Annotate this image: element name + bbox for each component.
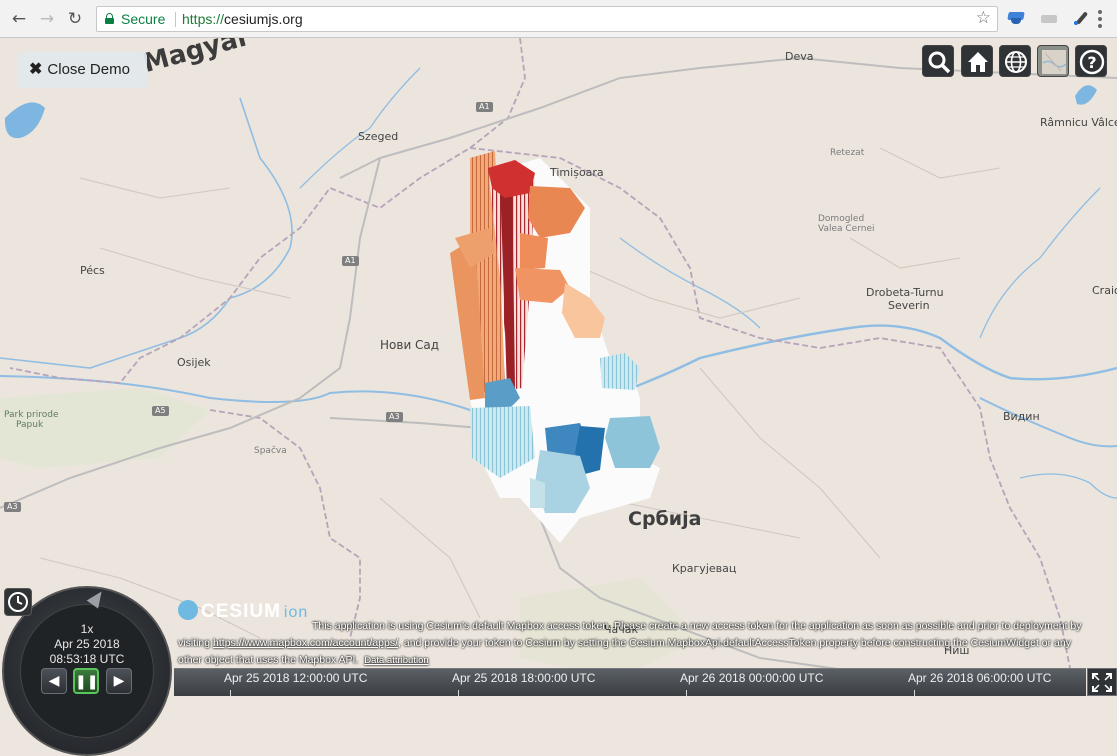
cesium-logo-icon <box>178 600 198 620</box>
base-layer-picker-button[interactable] <box>1037 45 1069 77</box>
timeline-label: Apr 25 2018 18:00:00 UTC <box>452 671 596 685</box>
map-layers-icon <box>1042 50 1067 74</box>
realtime-clock-button[interactable] <box>4 588 32 616</box>
play-forward-button[interactable]: ▶ <box>106 668 132 694</box>
timeline-tick <box>230 690 231 696</box>
map-label-city: Deva <box>785 50 814 63</box>
search-icon <box>928 51 951 74</box>
url-text[interactable]: https://cesiumjs.org <box>182 11 303 27</box>
timeline-label: Apr 26 2018 00:00:00 UTC <box>680 671 824 685</box>
eyedropper-icon[interactable] <box>1071 9 1091 29</box>
map-label-forest: Spačva <box>254 446 287 456</box>
address-bar[interactable]: Secure https://cesiumjs.org ☆ <box>96 6 998 32</box>
geocoder-search-button[interactable] <box>922 45 954 77</box>
pause-icon: ❚❚ <box>75 674 99 690</box>
close-icon: ✖ <box>29 61 43 78</box>
lock-icon <box>105 13 114 24</box>
map-label-city: Видин <box>1003 410 1040 423</box>
extrusion-top <box>605 416 660 468</box>
back-arrow-icon[interactable]: ← <box>8 8 30 30</box>
url-host: cesiumjs.org <box>224 11 303 27</box>
animation-date: Apr 25 2018 <box>54 637 120 651</box>
credit-line-2a: visiting <box>178 637 214 649</box>
map-label-park: Valea Cernei <box>818 224 875 234</box>
mapbox-apps-link[interactable]: https://www.mapbox.com/account/apps/ <box>213 637 398 649</box>
timeline-tick <box>686 690 687 696</box>
secure-label: Secure <box>121 11 166 27</box>
home-icon <box>968 52 988 72</box>
road-shield: A3 <box>4 502 21 512</box>
extrusion-top <box>520 233 548 270</box>
timeline-tick <box>914 690 915 696</box>
clock-icon <box>8 592 28 612</box>
map-label-park: Domogled <box>818 214 865 224</box>
play-reverse-icon: ◀ <box>48 673 60 689</box>
fullscreen-icon <box>1092 673 1112 692</box>
credit-line-3: other object that uses the Mapbox API. <box>178 654 359 666</box>
map-label-city: Craio <box>1092 284 1117 297</box>
road-shield: A3 <box>386 412 403 422</box>
gray-extension-icon[interactable] <box>1039 9 1059 29</box>
road-shield: A1 <box>476 102 493 112</box>
navigation-help-button[interactable]: ? <box>1075 45 1107 77</box>
scene-mode-button[interactable] <box>999 45 1031 77</box>
data-attribution-link[interactable]: Data attribution <box>364 655 428 666</box>
globe-icon <box>1005 51 1027 73</box>
mapbox-token-credit: This application is using Cesium's defau… <box>178 618 1103 669</box>
map-label-city: Крагујевац <box>672 562 737 575</box>
map-label-city: Severin <box>888 299 930 312</box>
graduation-cap-icon[interactable] <box>1006 9 1026 29</box>
close-demo-label: Close Demo <box>47 61 130 78</box>
map-label-city: Râmnicu Vâlcea <box>1040 116 1117 129</box>
close-demo-button[interactable]: ✖ Close Demo <box>17 52 147 88</box>
play-reverse-button[interactable]: ◀ <box>41 668 67 694</box>
home-button[interactable] <box>961 45 993 77</box>
map-label-city: Нови Сад <box>380 338 440 352</box>
reload-icon[interactable]: ↻ <box>64 8 86 30</box>
more-menu-icon[interactable] <box>1098 10 1102 28</box>
road-shield: A5 <box>152 406 169 416</box>
map-label-city: Szeged <box>358 130 399 143</box>
map-label-city: Drobeta-Turnu <box>866 286 944 299</box>
bookmark-star-icon[interactable]: ☆ <box>976 8 991 28</box>
timeline-label: Apr 25 2018 12:00:00 UTC <box>224 671 368 685</box>
forward-arrow-icon[interactable]: → <box>36 8 58 30</box>
fullscreen-button[interactable] <box>1087 668 1117 696</box>
map-label-city: Timișoara <box>550 166 604 179</box>
road-shield: A1 <box>342 256 359 266</box>
animation-time: 08:53:18 UTC <box>49 652 125 666</box>
omnibox-divider <box>175 12 176 27</box>
map-label-country: Србија <box>628 508 702 530</box>
timeline[interactable]: Apr 25 2018 12:00:00 UTC Apr 25 2018 18:… <box>174 668 1086 696</box>
map-label-park: Park prirode <box>4 410 59 420</box>
svg-text:?: ? <box>1087 53 1096 72</box>
help-icon: ? <box>1079 49 1105 75</box>
map-label-park: Papuk <box>16 420 44 430</box>
credit-line-2b: , and provide your token to Cesium by se… <box>398 637 1071 649</box>
timeline-label: Apr 26 2018 06:00:00 UTC <box>908 671 1052 685</box>
map-label-park: Retezat <box>830 148 865 158</box>
play-forward-icon: ▶ <box>113 673 125 689</box>
map-label-city: Osijek <box>177 356 211 369</box>
browser-toolbar: ← → ↻ Secure https://cesiumjs.org ☆ <box>0 0 1117 38</box>
extrusion-top <box>600 353 640 390</box>
map-label-city: Pécs <box>80 264 105 277</box>
animation-speed: 1x <box>80 622 94 636</box>
pause-button[interactable]: ❚❚ <box>73 668 99 694</box>
credit-line-1: This application is using Cesium's defau… <box>312 620 1082 632</box>
url-scheme: https:// <box>182 11 225 27</box>
timeline-tick <box>458 690 459 696</box>
